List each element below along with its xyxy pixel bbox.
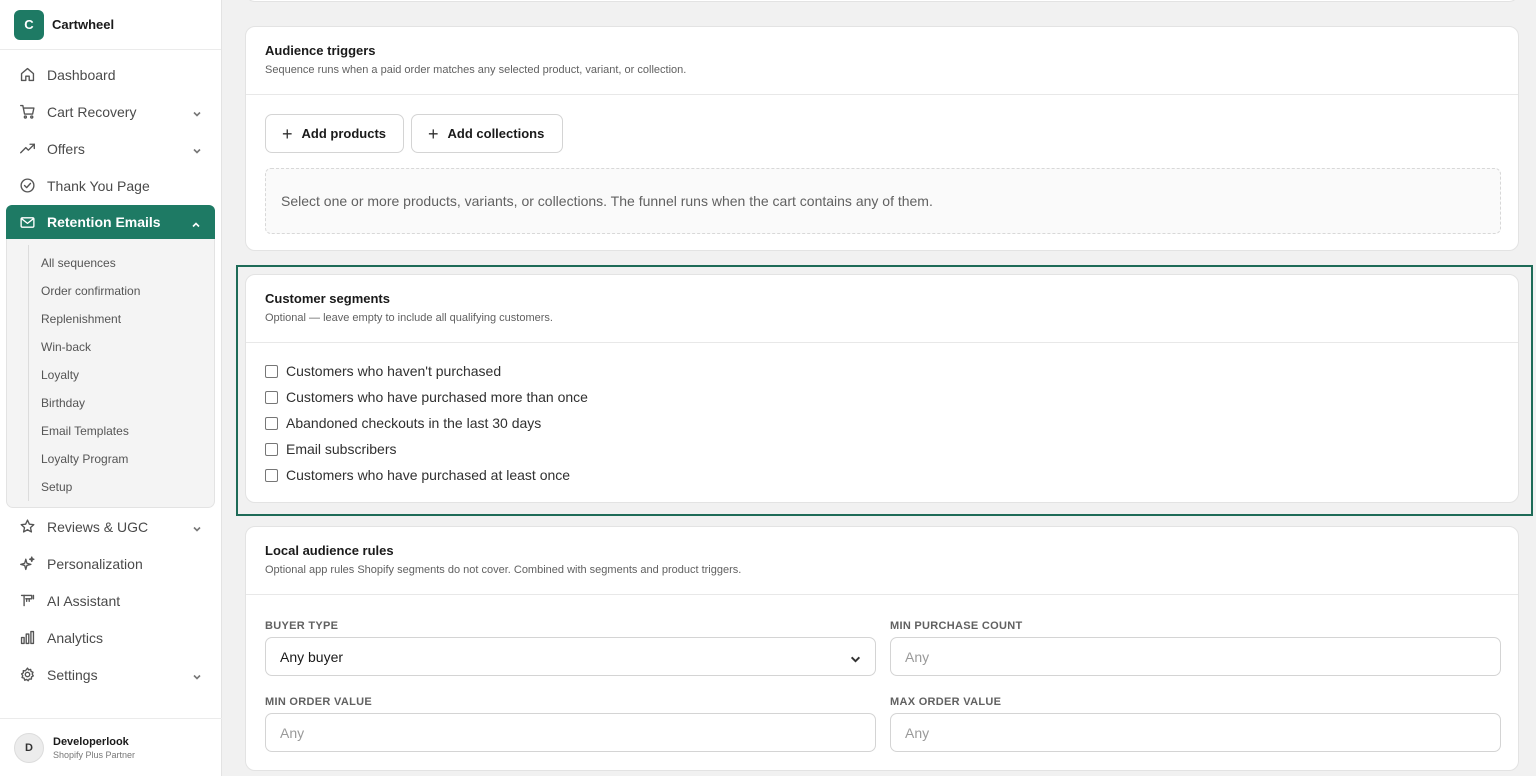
- brand-header: C Cartwheel: [0, 0, 221, 50]
- chevron-up-icon[interactable]: [191, 217, 201, 228]
- nav-item-offers[interactable]: Offers: [0, 130, 222, 167]
- chevron-down-icon[interactable]: [192, 521, 202, 532]
- nav-label: Settings: [47, 666, 98, 683]
- subnav-item-loyalty[interactable]: Loyalty: [41, 361, 214, 389]
- checkbox[interactable]: [265, 416, 278, 430]
- card-title: Customer segments: [265, 291, 390, 306]
- avatar: D: [14, 732, 44, 763]
- card-subtitle: Optional app rules Shopify segments do n…: [265, 564, 742, 576]
- user-role: Shopify Plus Partner: [53, 749, 136, 760]
- card-title: Local audience rules: [265, 543, 394, 558]
- add-products-button[interactable]: + Add products: [265, 114, 404, 153]
- nav-label: Retention Emails: [47, 214, 161, 230]
- local-audience-rules-card: Local audience rules Optional app rules …: [245, 526, 1519, 771]
- nav-label: Cart Recovery: [47, 103, 137, 120]
- min-order-value-label: MIN ORDER VALUE: [265, 696, 372, 708]
- nav-label: Reviews & UGC: [47, 518, 149, 535]
- min-purchase-count-input[interactable]: Any: [890, 637, 1501, 676]
- nav-item-retention-emails[interactable]: Retention Emails: [6, 205, 215, 239]
- card-header: Local audience rules Optional app rules …: [246, 527, 1518, 595]
- nav-item-reviews[interactable]: Reviews & UGC: [0, 508, 222, 545]
- card-header: Customer segments Optional — leave empty…: [246, 275, 1518, 343]
- segment-checkbox-repeat-purchasers[interactable]: Customers who have purchased more than o…: [265, 389, 588, 405]
- nav-item-thank-you-page[interactable]: Thank You Page: [0, 167, 222, 204]
- chevron-down-icon: [850, 652, 861, 663]
- retention-subnav: All sequences Order confirmation Repleni…: [7, 239, 214, 507]
- segment-checkbox-not-purchased[interactable]: Customers who haven't purchased: [265, 363, 501, 379]
- chevron-down-icon[interactable]: [192, 106, 202, 117]
- main-nav: Dashboard Cart Recovery Offers Thank You…: [0, 56, 222, 693]
- bar-chart-icon: [18, 629, 36, 647]
- nav-label: Thank You Page: [47, 177, 150, 194]
- cart-icon: [18, 103, 36, 121]
- nav-label: Offers: [47, 140, 85, 157]
- add-collections-button[interactable]: + Add collections: [411, 114, 563, 153]
- subnav-item-all-sequences[interactable]: All sequences: [41, 249, 214, 277]
- card-subtitle: Sequence runs when a paid order matches …: [265, 64, 687, 76]
- nav-label: Personalization: [47, 555, 143, 572]
- app-logo: C: [14, 9, 44, 40]
- mail-icon: [18, 213, 36, 231]
- checkbox[interactable]: [265, 364, 278, 378]
- chevron-down-icon[interactable]: [192, 143, 202, 154]
- segment-checkbox-purchased-once[interactable]: Customers who have purchased at least on…: [265, 467, 570, 483]
- nav-item-dashboard[interactable]: Dashboard: [0, 56, 222, 93]
- buyer-type-label: BUYER TYPE: [265, 620, 339, 632]
- card-subtitle: Optional — leave empty to include all qu…: [265, 312, 553, 324]
- min-order-value-input[interactable]: Any: [265, 713, 876, 752]
- nav-label: Analytics: [47, 629, 104, 646]
- plus-icon: +: [428, 123, 439, 144]
- star-icon: [18, 518, 36, 536]
- card-header: Audience triggers Sequence runs when a p…: [246, 27, 1518, 95]
- audience-triggers-card: Audience triggers Sequence runs when a p…: [245, 26, 1519, 251]
- nav-item-personalization[interactable]: Personalization: [0, 545, 222, 582]
- max-order-value-label: MAX ORDER VALUE: [890, 696, 1002, 708]
- subnav-item-replenishment[interactable]: Replenishment: [41, 305, 214, 333]
- checkbox[interactable]: [265, 468, 278, 482]
- subnav-item-email-templates[interactable]: Email Templates: [41, 417, 214, 445]
- subnav-item-birthday[interactable]: Birthday: [41, 389, 214, 417]
- check-circle-icon: [18, 177, 36, 195]
- subnav-item-order-confirmation[interactable]: Order confirmation: [41, 277, 214, 305]
- card-title: Audience triggers: [265, 43, 376, 58]
- checkbox[interactable]: [265, 390, 278, 404]
- chevron-down-icon[interactable]: [192, 669, 202, 680]
- nav-label: Dashboard: [47, 66, 116, 83]
- nav-item-analytics[interactable]: Analytics: [0, 619, 222, 656]
- nav-label: AI Assistant: [47, 592, 121, 609]
- max-order-value-input[interactable]: Any: [890, 713, 1501, 752]
- app-name: Cartwheel: [52, 17, 115, 32]
- buyer-type-select[interactable]: Any buyer: [265, 637, 876, 676]
- trigger-empty-state: Select one or more products, variants, o…: [265, 168, 1501, 234]
- previous-card: [245, 0, 1519, 2]
- sparkle-icon: [18, 555, 36, 573]
- nav-item-settings[interactable]: Settings: [0, 656, 222, 693]
- retention-emails-group: Retention Emails All sequences Order con…: [6, 205, 215, 508]
- min-purchase-count-label: MIN PURCHASE COUNT: [890, 620, 1023, 632]
- plus-icon: +: [282, 123, 293, 144]
- subnav-item-win-back[interactable]: Win-back: [41, 333, 214, 361]
- subnav-item-setup[interactable]: Setup: [41, 473, 214, 501]
- segment-checkbox-abandoned-checkouts[interactable]: Abandoned checkouts in the last 30 days: [265, 415, 541, 431]
- nav-item-ai-assistant[interactable]: AI Assistant: [0, 582, 222, 619]
- segment-checkbox-email-subscribers[interactable]: Email subscribers: [265, 441, 396, 457]
- ai-assistant-icon: [18, 592, 36, 610]
- subnav-item-loyalty-program[interactable]: Loyalty Program: [41, 445, 214, 473]
- customer-segments-card: Customer segments Optional — leave empty…: [245, 274, 1519, 503]
- checkbox[interactable]: [265, 442, 278, 456]
- sidebar: C Cartwheel Dashboard Cart Recovery Offe…: [0, 0, 222, 776]
- gear-icon: [18, 666, 36, 684]
- user-name: Developerlook: [53, 735, 129, 748]
- user-profile[interactable]: D Developerlook Shopify Plus Partner: [0, 718, 222, 776]
- trend-up-icon: [18, 140, 36, 158]
- home-icon: [18, 66, 36, 84]
- nav-item-cart-recovery[interactable]: Cart Recovery: [0, 93, 222, 130]
